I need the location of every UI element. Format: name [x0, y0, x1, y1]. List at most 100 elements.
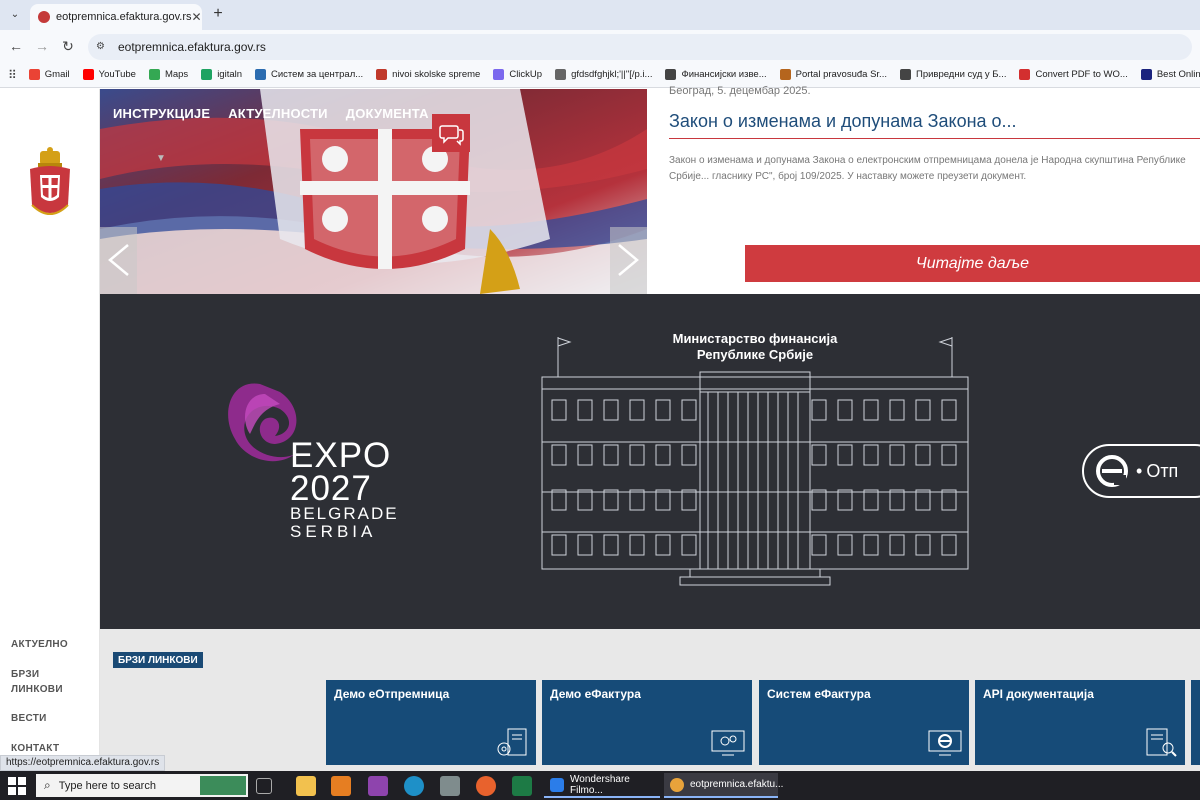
- new-tab-button[interactable]: +: [208, 4, 228, 24]
- sidebar-item-kontakt[interactable]: КОНТАКТ: [11, 741, 59, 756]
- bookmark-favicon-icon: [82, 69, 94, 80]
- address-bar[interactable]: ⚙ eotpremnica.efaktura.gov.rs: [88, 34, 1192, 60]
- bookmark-item[interactable]: Best Online Docum: [1140, 69, 1200, 80]
- ministry-banner: [100, 294, 1200, 629]
- sidebar-item-vesti[interactable]: ВЕСТИ: [11, 711, 47, 726]
- tab-strip: ⌄ eotpremnica.efaktura.gov.rs ✕ +: [0, 0, 1200, 30]
- eotpremnica-logo: • Отп: [1082, 444, 1200, 498]
- app-icon[interactable]: [440, 776, 460, 796]
- taskbar-app-filmora[interactable]: Wondershare Filmo...: [544, 773, 660, 798]
- bookmark-item[interactable]: gfdsdfghjkl;'||"[/p.i...: [555, 69, 652, 80]
- monitor-gear-icon: [711, 730, 745, 756]
- bookmark-label: gfdsdfghjkl;'||"[/p.i...: [571, 69, 653, 80]
- quick-link-sistem-efaktura[interactable]: Систем еФактура: [759, 680, 969, 765]
- card-label: Демо еФактура: [550, 687, 641, 701]
- sidebar: АКТУЕЛНО БРЗИ ЛИНКОВИ ВЕСТИ КОНТАКТ: [0, 89, 100, 771]
- nav-instrukcije[interactable]: ИНСТРУКЦИЈЕ: [113, 106, 210, 121]
- bookmark-favicon-icon: [376, 69, 388, 80]
- back-arrow-icon[interactable]: ←: [6, 36, 26, 56]
- excel-icon[interactable]: [512, 776, 532, 796]
- firefox-icon[interactable]: [476, 776, 496, 796]
- chat-button[interactable]: [432, 114, 470, 152]
- bookmark-label: Привредни суд у Б...: [915, 69, 1007, 80]
- close-tab-icon[interactable]: ✕: [192, 10, 202, 24]
- forward-arrow-icon[interactable]: →: [32, 36, 52, 56]
- monitor-e-icon: [928, 730, 962, 756]
- bookmark-label: Convert PDF to WO...: [1035, 69, 1128, 80]
- taskbar-search[interactable]: ⌕ Type here to search: [36, 774, 248, 797]
- search-highlight-image: [200, 776, 246, 795]
- bookmarks-bar: ⠿ Gmail YouTube Maps igitaln Систем за центр…: [0, 62, 1200, 88]
- web-page: АКТУЕЛНО БРЗИ ЛИНКОВИ ВЕСТИ КОНТАКТ ИНСТ…: [0, 85, 1200, 771]
- sidebar-item-aktuelno[interactable]: АКТУЕЛНО: [11, 637, 68, 652]
- sidebar-item-linkovi[interactable]: ЛИНКОВИ: [11, 682, 63, 697]
- bookmark-item[interactable]: igitaln: [201, 69, 242, 80]
- e-logo-icon: [1096, 455, 1128, 487]
- carousel-prev-button[interactable]: [100, 227, 137, 294]
- quick-link-demo-efaktura[interactable]: Демо еФактура: [542, 680, 752, 765]
- news-title[interactable]: Закон о изменама и допунама Закона о...: [669, 111, 1017, 132]
- edge-icon[interactable]: [404, 776, 424, 796]
- file-explorer-icon[interactable]: [296, 776, 316, 796]
- bookmark-favicon-icon: [28, 69, 40, 80]
- expo-line-2: 2027: [290, 469, 372, 508]
- news-date: Београд, 5. децембар 2025.: [669, 85, 811, 97]
- nav-caret-icon: ▼: [156, 153, 166, 164]
- carousel-next-button[interactable]: [610, 227, 647, 294]
- bookmark-label: Best Online Docum: [1156, 69, 1200, 80]
- taskbar-app-chrome[interactable]: eotpremnica.efaktu...: [664, 773, 783, 798]
- url-text: eotpremnica.efaktura.gov.rs: [118, 40, 266, 54]
- chrome-icon: [670, 777, 684, 792]
- ministry-title: Министарство финансија Републике Србије: [660, 331, 850, 363]
- outlook-icon[interactable]: [331, 776, 351, 796]
- bookmark-favicon-icon: [1019, 69, 1031, 80]
- bookmark-item[interactable]: Portal pravosuđa Sr...: [779, 69, 887, 80]
- bookmark-label: Финансијски изве...: [681, 69, 767, 80]
- link-status-bar: https://eotpremnica.efaktura.gov.rs: [0, 755, 166, 771]
- quick-link-demo-eotpremnica[interactable]: Демо еОтпремница: [326, 680, 536, 765]
- bookmark-favicon-icon: [148, 69, 160, 80]
- tab-search-dropdown-icon[interactable]: ⌄: [6, 5, 24, 23]
- bookmark-favicon-icon: [255, 69, 267, 80]
- taskbar-app-label: eotpremnica.efaktu...: [690, 779, 784, 790]
- site-favicon-icon: [38, 11, 50, 23]
- bookmark-item[interactable]: Привредни суд у Б...: [899, 69, 1007, 80]
- browser-toolbar: ← → ↻ ⚙ eotpremnica.efaktura.gov.rs: [0, 30, 1200, 62]
- expo-line-3: BELGRADE: [290, 504, 399, 523]
- windows-start-icon[interactable]: [8, 777, 26, 795]
- tab-title: eotpremnica.efaktura.gov.rs: [56, 11, 192, 23]
- bookmark-item[interactable]: Convert PDF to WO...: [1019, 69, 1128, 80]
- reload-icon[interactable]: ↻: [58, 36, 78, 56]
- bookmark-item[interactable]: Систем за централ...: [255, 69, 363, 80]
- quick-link-api-dokumentacija[interactable]: API документација: [975, 680, 1185, 765]
- filmora-icon: [550, 777, 564, 792]
- bookmark-favicon-icon: [1140, 69, 1152, 80]
- copilot-icon[interactable]: [368, 776, 388, 796]
- bookmark-label: Maps: [164, 69, 189, 80]
- apps-grid-icon[interactable]: ⠿: [8, 68, 17, 82]
- bookmark-favicon-icon: [493, 69, 505, 80]
- serbian-coat-of-arms-icon[interactable]: [26, 145, 74, 235]
- bookmark-favicon-icon: [899, 69, 911, 80]
- read-more-button[interactable]: Читајте даље: [745, 245, 1200, 282]
- bookmark-item[interactable]: ClickUp: [493, 69, 542, 80]
- bookmark-favicon-icon: [555, 69, 567, 80]
- nav-dokumenta[interactable]: ДОКУМЕНТА: [346, 106, 429, 121]
- bookmark-item[interactable]: Gmail: [28, 69, 70, 80]
- bookmark-label: igitaln: [217, 69, 243, 80]
- nav-aktuelnosti[interactable]: АКТУЕЛНОСТИ: [228, 106, 328, 121]
- sidebar-item-brzi[interactable]: БРЗИ: [11, 667, 39, 682]
- bookmark-item[interactable]: Финансијски изве...: [665, 69, 767, 80]
- browser-tab[interactable]: eotpremnica.efaktura.gov.rs ✕: [30, 4, 202, 30]
- document-search-icon: [1146, 728, 1177, 757]
- site-settings-icon[interactable]: ⚙: [96, 41, 110, 53]
- task-view-icon[interactable]: [256, 778, 272, 794]
- quick-link-partial-card[interactable]: [1191, 680, 1200, 765]
- bookmark-label: nivoi skolske spreme: [392, 69, 481, 80]
- taskbar-app-label: Wondershare Filmo...: [570, 773, 630, 796]
- bookmark-label: ClickUp: [509, 69, 543, 80]
- bookmark-item[interactable]: Maps: [148, 69, 189, 80]
- bookmark-item[interactable]: nivoi skolske spreme: [376, 69, 480, 80]
- bookmark-item[interactable]: YouTube: [82, 69, 136, 80]
- ministry-line-1: Министарство финансија: [672, 331, 838, 346]
